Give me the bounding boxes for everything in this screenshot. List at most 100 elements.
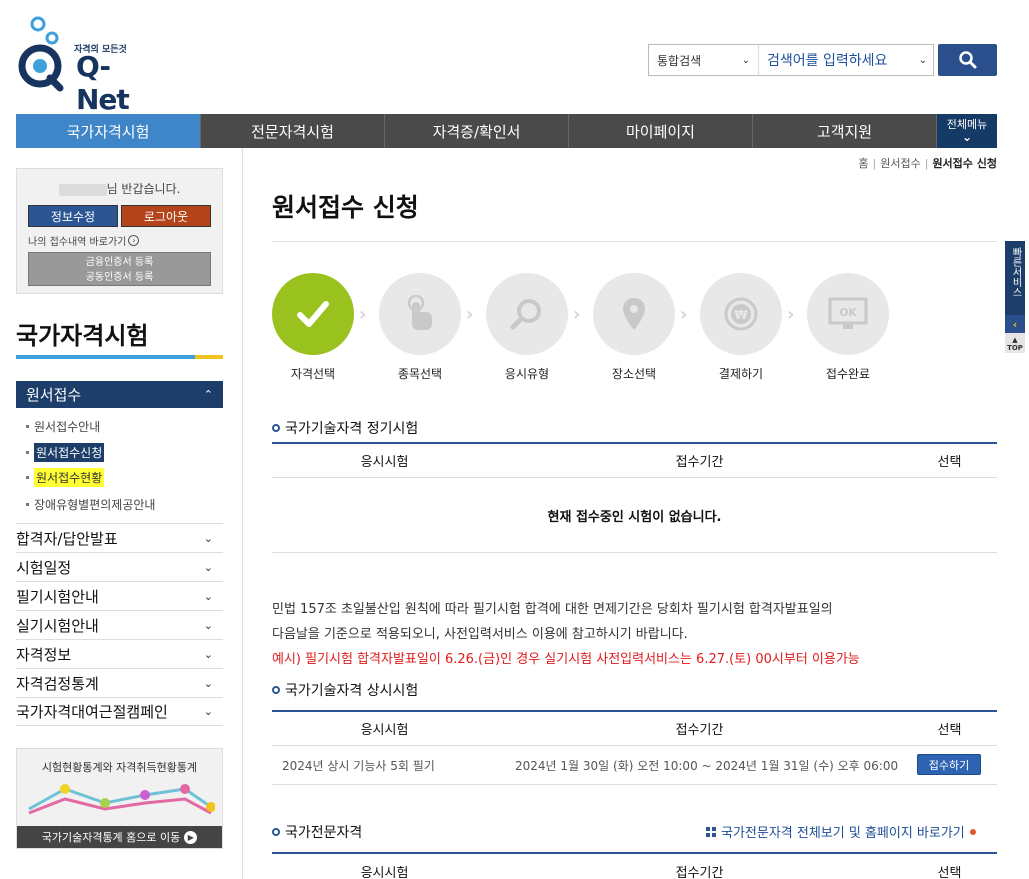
search-scope-select[interactable]: 통합검색 ⌄ <box>649 45 759 75</box>
sub-item-guide[interactable]: 원서접수안내 <box>26 418 100 435</box>
sub-item-disability[interactable]: 장애유형별편의제공안내 <box>26 496 155 513</box>
exemption-notice: 민법 157조 초일불산입 원칙에 따라 필기시험 합격에 대한 면제기간은 당… <box>272 597 992 672</box>
step-label: 접수완료 <box>825 367 871 381</box>
user-greeting: 님 반갑습니다. <box>17 180 222 197</box>
touch-icon <box>407 294 432 330</box>
sidebar-item-written[interactable]: 필기시험안내 ⌄ <box>16 581 223 610</box>
cert-register-button[interactable]: 금융인증서 등록 공동인증서 등록 <box>28 252 211 286</box>
breadcrumb-home[interactable]: 홈 <box>858 157 868 170</box>
arrow-dot-icon <box>969 828 976 835</box>
chevron-down-icon: ⌄ <box>203 531 213 545</box>
sidebar-item-label: 시험일정 <box>16 558 72 577</box>
sub-item-status[interactable]: 원서접수현황 <box>26 468 105 487</box>
edit-profile-button[interactable]: 정보수정 <box>28 205 118 227</box>
quick-service-button[interactable]: 빠른서비스 <box>1005 241 1025 315</box>
grid-icon <box>706 826 716 837</box>
sidebar-item-label: 필기시험안내 <box>16 587 99 606</box>
breadcrumb-application[interactable]: 원서접수 <box>880 157 920 170</box>
step-label: 장소선택 <box>611 367 657 381</box>
statistics-home-label: 국가기술자격통계 홈으로 이동 <box>41 831 181 844</box>
step-label: 응시유형 <box>504 367 550 381</box>
empty-message: 현재 접수중인 시험이 없습니다. <box>547 509 722 525</box>
sidebar-item-label: 합격자/답안발표 <box>16 529 118 548</box>
professional-all-label: 국가전문자격 전체보기 및 홈페이지 바로가기 <box>721 826 965 841</box>
section-title-regular: 국가기술자격 정기시험 <box>272 418 418 438</box>
chevron-down-icon: ⌄ <box>203 647 213 661</box>
chevron-down-icon: ⌄ <box>203 705 213 718</box>
step-select-location <box>593 273 675 355</box>
tab-support[interactable]: 고객지원 <box>753 114 937 148</box>
sidebar-title-bar <box>16 355 223 359</box>
sidebar-item-label: 원서접수 <box>26 386 82 404</box>
chevron-up-icon: ⌃ <box>203 388 213 401</box>
step-select-qualification <box>272 273 354 355</box>
table-header: 응시시험 접수기간 선택 <box>272 444 997 478</box>
logo-wordmark: Q-Net <box>76 50 130 116</box>
global-nav: 국가자격시험 전문자격시험 자격증/확인서 마이페이지 고객지원 전체메뉴 ⌄ <box>16 114 997 148</box>
search-scope-value: 통합검색 <box>657 53 702 68</box>
tab-mypage[interactable]: 마이페이지 <box>569 114 753 148</box>
greeting-text: 님 반갑습니다. <box>106 182 181 196</box>
professional-all-link[interactable]: 국가전문자격 전체보기 및 홈페이지 바로가기 <box>706 822 976 841</box>
chevron-down-icon: ⌄ <box>203 618 213 632</box>
column-header: 선택 <box>937 723 962 738</box>
tab-national-exam[interactable]: 국가자격시험 <box>16 114 201 148</box>
bullet-ring-icon <box>272 828 280 836</box>
bullet-ring-icon <box>272 424 280 432</box>
sidebar-item-campaign[interactable]: 국가자격대여근절캠페인 ⌄ <box>16 697 223 726</box>
search-icon <box>958 51 976 69</box>
sidebar-title: 국가자격시험 <box>16 322 149 350</box>
all-menu-button[interactable]: 전체메뉴 ⌄ <box>937 114 997 148</box>
statistics-banner[interactable]: 시험현황통계와 자격취득현황통계 국가기술자격통계 홈으로 이동 ▶ <box>16 748 223 849</box>
table-header: 응시시험 접수기간 선택 <box>272 712 997 746</box>
sidebar-item-label: 실기시험안내 <box>16 616 99 635</box>
bullet-ring-icon <box>272 686 280 694</box>
won-coin-icon: ₩ <box>724 297 758 331</box>
column-header: 응시시험 <box>360 455 409 470</box>
chevron-down-icon: ⌄ <box>961 130 973 144</box>
search-placeholder: 검색어를 입력하세요 <box>767 53 888 69</box>
play-icon: ▶ <box>184 830 198 844</box>
sidebar-item-practical[interactable]: 실기시험안내 ⌄ <box>16 610 223 639</box>
search-button[interactable] <box>938 44 997 76</box>
sidebar-item-application[interactable]: 원서접수 ⌃ <box>16 381 223 408</box>
quick-collapse-button[interactable]: ‹ <box>1005 315 1025 333</box>
my-application-label: 나의 접수내역 바로가기 <box>28 237 127 248</box>
sidebar-item-results[interactable]: 합격자/답안발표 ⌄ <box>16 523 223 552</box>
column-header: 접수기간 <box>675 865 724 879</box>
my-application-link[interactable]: 나의 접수내역 바로가기 › <box>28 233 140 248</box>
sub-item-label: 원서접수안내 <box>34 420 101 434</box>
masked-username <box>58 183 107 196</box>
step-complete: OK <box>807 273 889 355</box>
title-divider <box>272 241 997 242</box>
top-label: TOP <box>1007 344 1023 352</box>
search-input[interactable]: 검색어를 입력하세요 ⌄ <box>759 45 933 75</box>
tab-certificate[interactable]: 자격증/확인서 <box>385 114 569 148</box>
qnet-logo[interactable]: 자격의 모든것 Q-Net <box>16 16 136 116</box>
chevron-down-icon: ⌄ <box>203 589 213 603</box>
magnifier-icon <box>510 299 541 330</box>
tab-professional-exam[interactable]: 전문자격시험 <box>201 114 385 148</box>
top-button[interactable]: ▲ TOP <box>1005 333 1025 353</box>
sidebar-item-qualification[interactable]: 자격정보 ⌄ <box>16 639 223 668</box>
statistics-home-link[interactable]: 국가기술자격통계 홈으로 이동 ▶ <box>17 826 222 848</box>
logout-button[interactable]: 로그아웃 <box>121 205 211 227</box>
sidebar-item-label: 자격정보 <box>16 645 72 664</box>
sidebar-divider <box>242 148 243 879</box>
sidebar-item-statistics[interactable]: 자격검정통계 ⌄ <box>16 668 223 697</box>
sub-item-label: 원서접수현황 <box>34 468 105 487</box>
exam-name: 2024년 상시 기능사 5회 필기 <box>282 758 435 773</box>
sidebar-item-schedule[interactable]: 시험일정 ⌄ <box>16 552 223 581</box>
svg-text:₩: ₩ <box>734 308 748 322</box>
chevron-right-icon: › <box>128 235 140 246</box>
step-label: 자격선택 <box>290 367 336 381</box>
chevron-right-icon: › <box>787 304 795 325</box>
step-label: 결제하기 <box>718 367 764 381</box>
column-header: 선택 <box>937 865 962 879</box>
logo-mark-icon <box>18 16 64 92</box>
step-payment: ₩ <box>700 273 782 355</box>
chevron-right-icon: › <box>680 304 688 325</box>
sub-item-apply[interactable]: 원서접수신청 <box>26 443 105 462</box>
sub-item-label: 장애유형별편의제공안내 <box>34 498 156 512</box>
apply-button[interactable]: 접수하기 <box>917 754 981 775</box>
